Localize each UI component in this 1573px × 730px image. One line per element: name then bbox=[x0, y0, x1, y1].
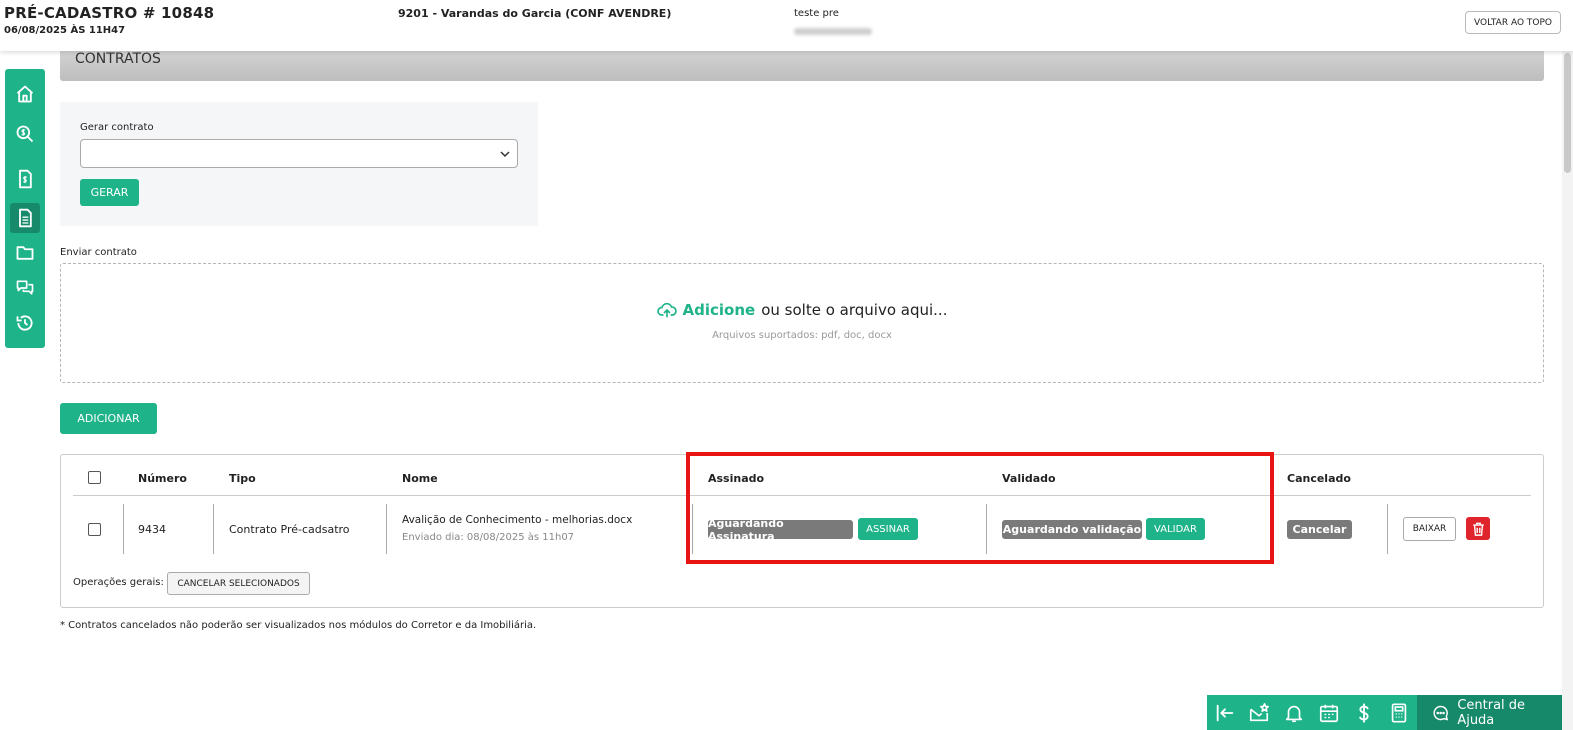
header-tipo: Tipo bbox=[229, 472, 256, 485]
dollar-icon[interactable] bbox=[1353, 702, 1375, 724]
help-center-button[interactable]: Central de Ajuda bbox=[1417, 695, 1562, 730]
sidebar-item-invoice[interactable] bbox=[10, 164, 40, 194]
collapse-left-icon[interactable] bbox=[1214, 702, 1236, 724]
highlight-box bbox=[686, 452, 1274, 564]
document-icon bbox=[19, 208, 32, 228]
row-sent-date: Enviado dia: 08/08/2025 às 11h07 bbox=[402, 532, 575, 543]
blurred-client-info bbox=[794, 28, 872, 35]
sidebar-item-home[interactable] bbox=[10, 79, 40, 109]
sidebar-item-documents[interactable] bbox=[10, 238, 40, 268]
upload-add-link[interactable]: Adicione bbox=[683, 301, 756, 319]
mail-star-icon[interactable] bbox=[1248, 702, 1270, 724]
home-icon bbox=[16, 85, 34, 103]
column-divider bbox=[1387, 504, 1388, 554]
bottom-toolbar bbox=[1207, 695, 1417, 730]
download-button[interactable]: BAIXAR bbox=[1403, 517, 1456, 541]
trash-icon bbox=[1472, 522, 1484, 536]
sidebar-item-history[interactable] bbox=[10, 308, 40, 338]
cancel-selected-button[interactable]: CANCELAR SELECIONADOS bbox=[167, 572, 310, 595]
sidebar-item-contracts[interactable] bbox=[10, 203, 40, 233]
column-divider bbox=[123, 504, 124, 554]
chat-bubble-icon bbox=[1433, 705, 1449, 721]
calculator-icon[interactable] bbox=[1388, 702, 1410, 724]
page-date: 06/08/2025 ÀS 11H47 bbox=[4, 25, 126, 36]
page-header: PRÉ-CADASTRO # 10848 06/08/2025 ÀS 11H47… bbox=[0, 0, 1573, 51]
section-title: CONTRATOS bbox=[75, 51, 161, 67]
client-name: teste pre bbox=[794, 8, 839, 19]
money-search-icon bbox=[16, 125, 34, 143]
upload-prompt: Adicione ou solte o arquivo aqui... bbox=[61, 301, 1543, 319]
supported-formats: Arquivos suportados: pdf, doc, docx bbox=[712, 330, 892, 341]
generate-contract-label: Gerar contrato bbox=[80, 122, 154, 133]
history-icon bbox=[16, 315, 33, 331]
empreendimento-label: 9201 - Varandas do Garcia (CONF AVENDRE) bbox=[398, 7, 672, 20]
column-divider bbox=[386, 504, 387, 554]
back-to-top-button[interactable]: VOLTAR AO TOPO bbox=[1465, 11, 1561, 34]
upload-dropzone[interactable]: Adicione ou solte o arquivo aqui... Arqu… bbox=[60, 263, 1544, 383]
footnote: * Contratos cancelados não poderão ser v… bbox=[60, 620, 537, 631]
sidebar bbox=[5, 69, 45, 348]
row-tipo: Contrato Pré-cadsatro bbox=[229, 523, 350, 536]
row-nome[interactable]: Avalição de Conhecimento - melhorias.doc… bbox=[402, 514, 632, 526]
page-title: PRÉ-CADASTRO # 10848 bbox=[4, 4, 215, 22]
scrollbar[interactable] bbox=[1562, 51, 1573, 730]
cloud-upload-icon bbox=[656, 302, 677, 318]
row-numero: 9434 bbox=[138, 523, 166, 536]
header-numero: Número bbox=[138, 472, 187, 485]
sidebar-item-messages[interactable] bbox=[10, 273, 40, 303]
header-cancelado: Cancelado bbox=[1287, 472, 1351, 485]
delete-button[interactable] bbox=[1466, 517, 1490, 540]
select-all-checkbox[interactable] bbox=[88, 471, 101, 484]
chat-icon bbox=[16, 280, 34, 295]
upload-drop-text: ou solte o arquivo aqui... bbox=[761, 301, 948, 319]
invoice-icon bbox=[19, 169, 32, 189]
add-contract-button[interactable]: ADICIONAR bbox=[60, 403, 157, 434]
folder-icon bbox=[16, 246, 34, 260]
send-contract-label: Enviar contrato bbox=[60, 247, 137, 258]
cancel-contract-button[interactable]: Cancelar bbox=[1287, 520, 1352, 539]
scrollbar-thumb[interactable] bbox=[1564, 53, 1571, 173]
bell-icon[interactable] bbox=[1283, 702, 1305, 724]
header-nome: Nome bbox=[402, 472, 438, 485]
generate-contract-panel: Gerar contrato GERAR bbox=[60, 102, 538, 226]
generate-button[interactable]: GERAR bbox=[80, 179, 139, 206]
calendar-icon[interactable] bbox=[1318, 702, 1340, 724]
help-center-label: Central de Ajuda bbox=[1457, 697, 1526, 728]
sidebar-item-financial-search[interactable] bbox=[10, 119, 40, 149]
row-checkbox[interactable] bbox=[88, 523, 101, 536]
general-operations-label: Operações gerais: bbox=[73, 577, 164, 588]
contract-template-select[interactable] bbox=[80, 139, 518, 168]
chevron-down-icon bbox=[500, 151, 510, 158]
column-divider bbox=[213, 504, 214, 554]
